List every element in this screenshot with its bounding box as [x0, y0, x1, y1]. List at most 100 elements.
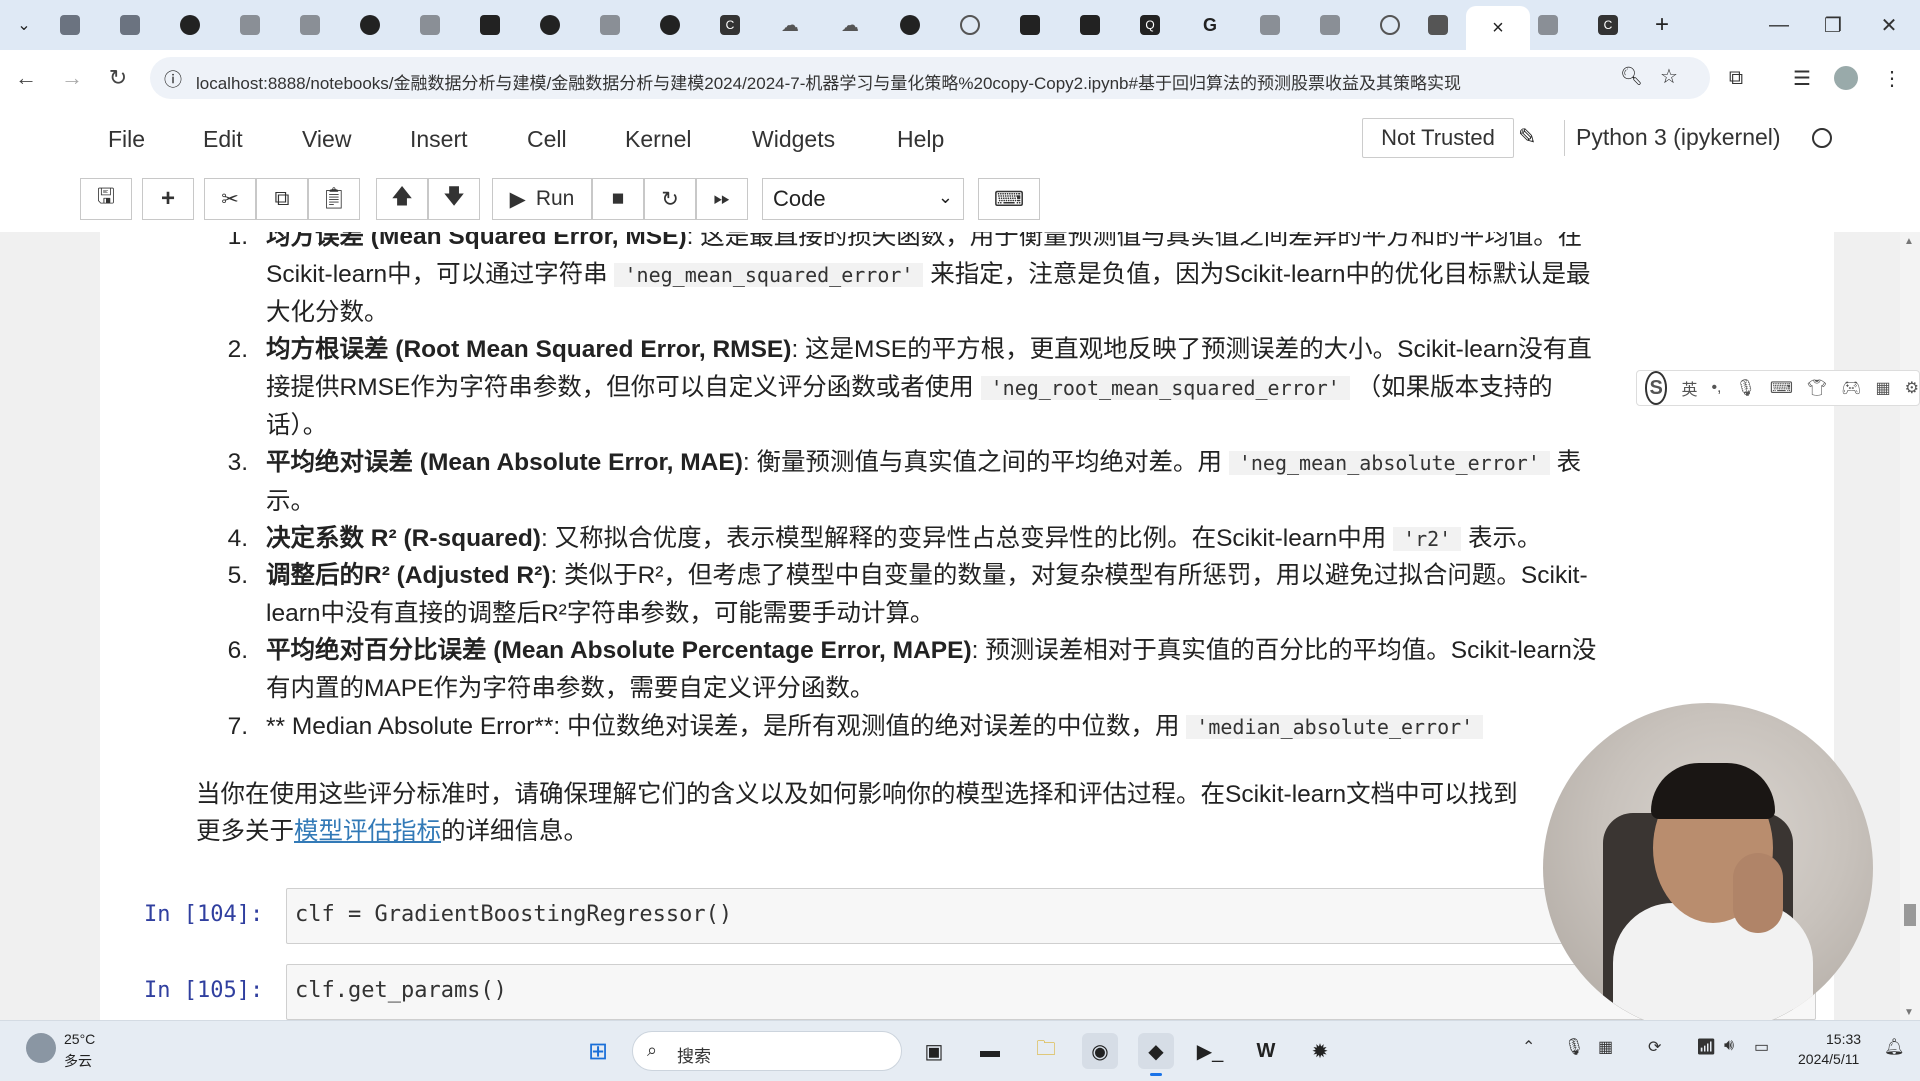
url-text[interactable]: localhost:8888/notebooks/金融数据分析与建模/金融数据分…	[196, 69, 1461, 94]
punctuation-icon[interactable]: •,	[1711, 379, 1721, 397]
tab-1[interactable]	[52, 9, 88, 41]
address-bar[interactable]: ⓘ localhost:8888/notebooks/金融数据分析与建模/金融数…	[150, 57, 1710, 99]
back-button[interactable]: ←	[10, 62, 42, 94]
media-button[interactable]: ☰	[1786, 62, 1818, 94]
tab-14[interactable]: ☁	[832, 9, 868, 41]
tab-github-1[interactable]	[172, 9, 208, 41]
taskbar-app-explorer[interactable]: 🗀	[1028, 1033, 1064, 1069]
move-up-button[interactable]: 🡅	[376, 178, 428, 220]
reload-button[interactable]: ↻	[102, 62, 134, 94]
kernel-name[interactable]: Python 3 (ipykernel)	[1576, 124, 1781, 151]
clock-date[interactable]: 2024/5/11	[1798, 1051, 1859, 1067]
cell-code[interactable]: clf = GradientBoostingRegressor()	[295, 902, 732, 927]
page-scrollbar[interactable]: ▲ ▼	[1900, 232, 1920, 1020]
new-tab-button[interactable]: +	[1644, 9, 1680, 41]
active-tab[interactable]: ×	[1466, 6, 1530, 50]
sogou-logo-icon[interactable]: S	[1645, 371, 1668, 405]
tab-7[interactable]	[412, 9, 448, 41]
interrupt-button[interactable]: ■	[592, 178, 644, 220]
tab-github-4[interactable]	[652, 9, 688, 41]
scroll-up-icon[interactable]: ▲	[1904, 236, 1914, 247]
model-evaluation-link[interactable]: 模型评估指标	[294, 818, 441, 845]
menu-kernel[interactable]: Kernel	[625, 126, 691, 153]
insert-cell-button[interactable]: +	[142, 178, 194, 220]
tab-22[interactable]	[1312, 9, 1348, 41]
tab-24[interactable]	[1420, 9, 1456, 41]
taskbar-search[interactable]: ⌕ 搜索	[632, 1031, 902, 1071]
keyboard-icon[interactable]: ⌨	[1770, 378, 1793, 398]
restore-button[interactable]: ❐	[1810, 10, 1856, 40]
move-down-button[interactable]: 🡇	[428, 178, 480, 220]
restart-button[interactable]: ↻	[644, 178, 696, 220]
taskbar-app-task-view[interactable]: ▣	[916, 1033, 952, 1069]
taskbar-app-cmd[interactable]: ▶_	[1192, 1033, 1228, 1069]
tab-19[interactable]: Q	[1132, 9, 1168, 41]
tab-20[interactable]: G	[1192, 9, 1228, 41]
settings-icon[interactable]: ⚙	[1905, 378, 1919, 398]
tab-16[interactable]	[952, 9, 988, 41]
menu-cell[interactable]: Cell	[527, 126, 567, 153]
tab-github-3[interactable]	[532, 9, 568, 41]
close-window-button[interactable]: ✕	[1866, 10, 1912, 40]
browser-menu-button[interactable]: ⋮	[1876, 62, 1908, 94]
tab-18[interactable]	[1072, 9, 1108, 41]
volume-icon[interactable]: 🔊︎	[1724, 1037, 1734, 1055]
minimize-button[interactable]: —	[1756, 10, 1802, 40]
tray-mic-icon[interactable]: 🎙︎	[1564, 1037, 1584, 1057]
tab-list-dropdown[interactable]: ⌄	[6, 9, 42, 41]
tab-8[interactable]	[472, 9, 508, 41]
tab-github-5[interactable]	[892, 9, 928, 41]
menu-help[interactable]: Help	[897, 126, 944, 153]
start-button[interactable]: ⊞	[580, 1033, 616, 1069]
battery-icon[interactable]: ▭	[1754, 1037, 1769, 1057]
tab-12[interactable]: C	[712, 9, 748, 41]
tab-github-2[interactable]	[352, 9, 388, 41]
run-button[interactable]: ▶ Run	[492, 178, 592, 220]
save-button[interactable]: 🖫	[80, 178, 132, 220]
notification-icon[interactable]: 🔔︎	[1884, 1037, 1904, 1057]
tab-17[interactable]	[1012, 9, 1048, 41]
tab-23[interactable]	[1372, 9, 1408, 41]
copy-button[interactable]: ⧉	[256, 178, 308, 220]
taskbar-app-misc[interactable]: ✹	[1302, 1033, 1338, 1069]
bookmark-star-icon[interactable]: ☆	[1660, 64, 1678, 89]
zoom-icon[interactable]: 🔍︎	[1620, 66, 1643, 87]
tray-ime-icon[interactable]: ▦	[1598, 1037, 1613, 1057]
skin-icon[interactable]: 👕︎	[1807, 378, 1827, 398]
menu-edit[interactable]: Edit	[203, 126, 243, 153]
cell-code[interactable]: clf.get_params()	[295, 978, 507, 1003]
wifi-icon[interactable]: 📶︎	[1696, 1037, 1716, 1057]
paste-button[interactable]: 📋︎	[308, 178, 360, 220]
forward-button[interactable]: →	[56, 62, 88, 94]
tab-27[interactable]: C	[1590, 9, 1626, 41]
taskbar-app-wps[interactable]: W	[1248, 1033, 1284, 1069]
site-info-icon[interactable]: ⓘ	[164, 66, 182, 92]
menu-widgets[interactable]: Widgets	[752, 126, 835, 153]
scroll-down-icon[interactable]: ▼	[1904, 1007, 1914, 1018]
menu-view[interactable]: View	[302, 126, 351, 153]
tab-26[interactable]	[1530, 9, 1566, 41]
game-icon[interactable]: 🎮︎	[1841, 378, 1861, 398]
toolbox-icon[interactable]: ▦	[1876, 378, 1891, 398]
cut-button[interactable]: ✂	[204, 178, 256, 220]
menu-insert[interactable]: Insert	[410, 126, 468, 153]
microphone-icon[interactable]: 🎙︎	[1736, 378, 1756, 398]
cell-type-select[interactable]: Code ⌄	[762, 178, 964, 220]
tab-2[interactable]	[112, 9, 148, 41]
clock-time[interactable]: 15:33	[1826, 1031, 1861, 1047]
profile-button[interactable]	[1830, 62, 1862, 94]
not-trusted-button[interactable]: Not Trusted	[1362, 118, 1514, 158]
edit-pencil-icon[interactable]: ✎	[1518, 124, 1536, 150]
menu-file[interactable]: File	[108, 126, 145, 153]
taskbar-app-terminal[interactable]: ▬	[972, 1033, 1008, 1069]
taskbar-app-chrome[interactable]: ◉	[1082, 1033, 1118, 1069]
scrollbar-thumb[interactable]	[1904, 904, 1916, 926]
tab-5[interactable]	[292, 9, 328, 41]
tray-overflow-icon[interactable]: ⌃	[1522, 1037, 1535, 1057]
extensions-button[interactable]: ⧉	[1720, 62, 1752, 94]
restart-run-all-button[interactable]: ⏩︎	[696, 178, 748, 220]
close-tab-icon[interactable]: ×	[1492, 17, 1504, 40]
tab-10[interactable]	[592, 9, 628, 41]
tab-4[interactable]	[232, 9, 268, 41]
tab-21[interactable]	[1252, 9, 1288, 41]
